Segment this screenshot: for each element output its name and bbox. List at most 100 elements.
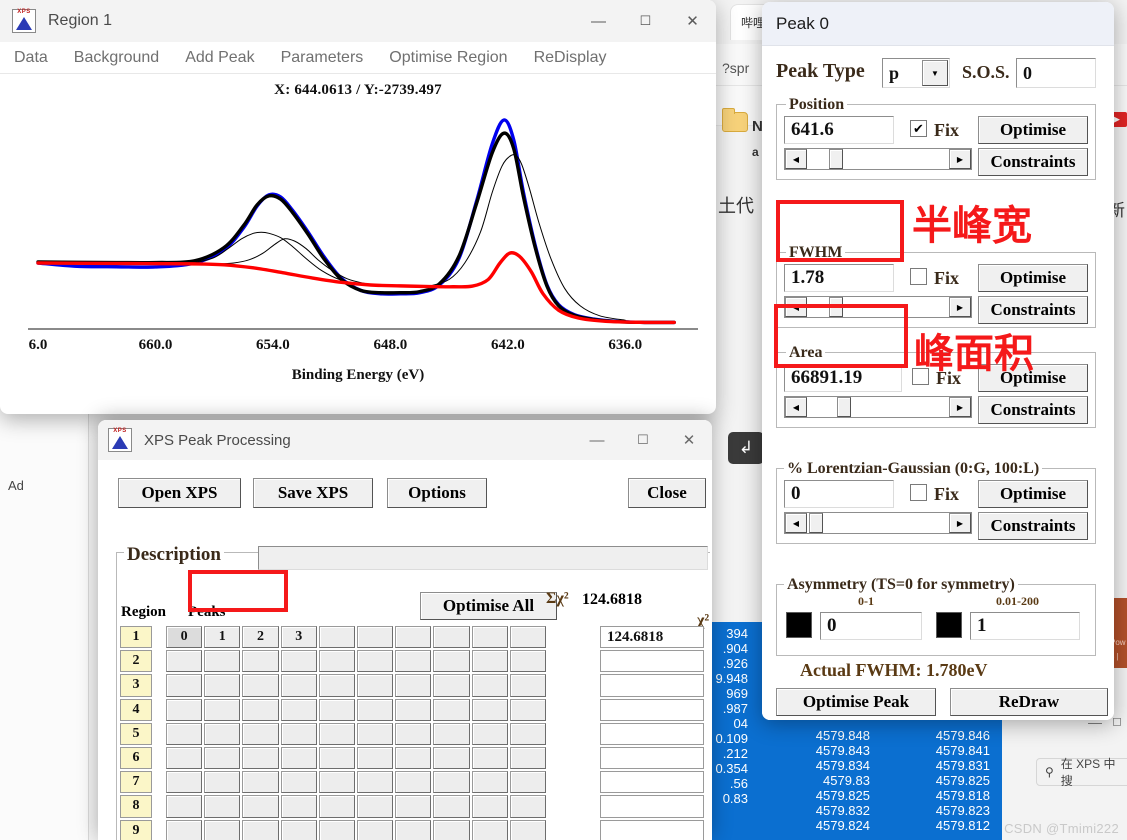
peak-cell[interactable] <box>280 771 317 794</box>
position-constraints-button[interactable]: Constraints <box>978 148 1088 176</box>
region-row-9[interactable]: 9 <box>120 819 152 840</box>
region-row-3[interactable]: 3 <box>120 674 152 697</box>
peak-cell[interactable] <box>318 771 355 794</box>
peak-cell[interactable] <box>166 698 203 721</box>
peak-cell[interactable] <box>242 819 279 840</box>
fwhm-constraints-button[interactable]: Constraints <box>978 296 1088 324</box>
slider-left-arrow[interactable]: ◀ <box>785 513 807 533</box>
close-button[interactable]: ✕ <box>669 0 716 42</box>
peak-cell[interactable] <box>204 674 241 697</box>
peak-cell[interactable] <box>471 747 508 770</box>
peak-cell[interactable] <box>471 698 508 721</box>
peak-cell[interactable] <box>280 722 317 745</box>
peak-cell[interactable] <box>357 674 394 697</box>
peak-cell[interactable] <box>509 674 546 697</box>
menu-item-background[interactable]: Background <box>74 49 159 67</box>
peak-cell[interactable] <box>204 771 241 794</box>
fwhm-slider[interactable]: ◀ ▶ <box>784 296 972 318</box>
slider-right-arrow[interactable]: ▶ <box>949 513 971 533</box>
peak-cell[interactable] <box>280 819 317 840</box>
peak-cell[interactable] <box>357 771 394 794</box>
asymmetry-toggle-1[interactable] <box>786 612 812 638</box>
peak-cell[interactable] <box>204 650 241 673</box>
region-row-5[interactable]: 5 <box>120 722 152 745</box>
peak-cell[interactable] <box>166 650 203 673</box>
region-row-2[interactable]: 2 <box>120 650 152 673</box>
close-xps-button[interactable]: Close <box>628 478 706 508</box>
peak-cell[interactable] <box>318 650 355 673</box>
peak-cell[interactable] <box>395 674 432 697</box>
peak-cell[interactable] <box>280 795 317 818</box>
peak-cell[interactable] <box>318 819 355 840</box>
region-row-1[interactable]: 1 <box>120 626 152 649</box>
peak-cell[interactable] <box>166 674 203 697</box>
slider-right-arrow[interactable]: ▶ <box>949 149 971 169</box>
peak-cell[interactable]: 3 <box>280 626 317 649</box>
peak-cell[interactable] <box>242 771 279 794</box>
peak-cell[interactable] <box>433 626 470 649</box>
xps-peak-processing-window[interactable]: XPS Peak Processing — ☐ ✕ Open XPS Save … <box>98 420 712 840</box>
region-window-titlebar[interactable]: Region 1 — ☐ ✕ <box>0 0 716 42</box>
region-row-7[interactable]: 7 <box>120 771 152 794</box>
peak-cell[interactable] <box>471 819 508 840</box>
peak-cell[interactable] <box>433 650 470 673</box>
asymmetry-input-2[interactable]: 1 <box>970 612 1080 640</box>
peak-cell[interactable] <box>242 722 279 745</box>
slider-right-arrow[interactable]: ▶ <box>949 397 971 417</box>
peak-cell[interactable] <box>318 626 355 649</box>
peak-cell[interactable] <box>357 722 394 745</box>
minimize-button[interactable]: — <box>574 420 620 460</box>
peak-cell[interactable] <box>433 747 470 770</box>
sos-input[interactable]: 0 <box>1016 58 1096 88</box>
area-slider[interactable]: ◀ ▶ <box>784 396 972 418</box>
peak-cell[interactable] <box>280 674 317 697</box>
peak-cell[interactable] <box>357 747 394 770</box>
area-input[interactable]: 66891.19 <box>784 364 902 392</box>
peak-cell[interactable] <box>357 795 394 818</box>
peak-cell[interactable] <box>204 819 241 840</box>
peak-cell[interactable] <box>471 650 508 673</box>
position-slider[interactable]: ◀ ▶ <box>784 148 972 170</box>
peak-cell[interactable] <box>433 698 470 721</box>
lg-slider[interactable]: ◀ ▶ <box>784 512 972 534</box>
peak-cell[interactable] <box>204 795 241 818</box>
peak-cell-selected[interactable]: 0 <box>166 626 203 649</box>
peak-cell[interactable] <box>509 747 546 770</box>
peak-cell[interactable] <box>242 747 279 770</box>
slider-track[interactable] <box>807 397 949 417</box>
peak-cell[interactable] <box>357 819 394 840</box>
position-fix-checkbox[interactable]: ✔ <box>910 120 927 137</box>
search-input[interactable]: ⚲ 在 XPS 中搜 <box>1036 757 1127 788</box>
peak-cell[interactable]: 1 <box>204 626 241 649</box>
chevron-down-icon[interactable]: ▼ <box>922 60 948 86</box>
area-constraints-button[interactable]: Constraints <box>978 396 1088 424</box>
peak-cell[interactable] <box>318 747 355 770</box>
region-1-window[interactable]: Region 1 — ☐ ✕ Data Background Add Peak … <box>0 0 716 414</box>
region-row-6[interactable]: 6 <box>120 747 152 770</box>
peak-cell[interactable] <box>242 650 279 673</box>
peak-cell[interactable] <box>318 674 355 697</box>
peak-cell[interactable] <box>280 747 317 770</box>
options-button[interactable]: Options <box>387 478 487 508</box>
redraw-button[interactable]: ReDraw <box>950 688 1108 716</box>
menu-item-parameters[interactable]: Parameters <box>281 49 364 67</box>
peak-cell[interactable] <box>509 771 546 794</box>
close-button[interactable]: ✕ <box>666 420 712 460</box>
peak-cell[interactable] <box>318 722 355 745</box>
peak-cell[interactable] <box>395 650 432 673</box>
peak-cell[interactable] <box>471 626 508 649</box>
peak-cell[interactable]: 2 <box>242 626 279 649</box>
peak-cell[interactable] <box>395 795 432 818</box>
peak-cell[interactable] <box>395 722 432 745</box>
peak-cell[interactable] <box>204 747 241 770</box>
slider-thumb[interactable] <box>837 397 851 417</box>
peak-cell[interactable] <box>166 771 203 794</box>
peak-cell[interactable] <box>166 722 203 745</box>
lorentzian-gaussian-input[interactable]: 0 <box>784 480 894 508</box>
maximize-button[interactable]: ☐ <box>620 420 666 460</box>
save-xps-button[interactable]: Save XPS <box>253 478 373 508</box>
peak-cell[interactable] <box>509 795 546 818</box>
peak-cell[interactable] <box>166 747 203 770</box>
slider-thumb[interactable] <box>829 297 843 317</box>
menu-item-redisplay[interactable]: ReDisplay <box>534 49 607 67</box>
